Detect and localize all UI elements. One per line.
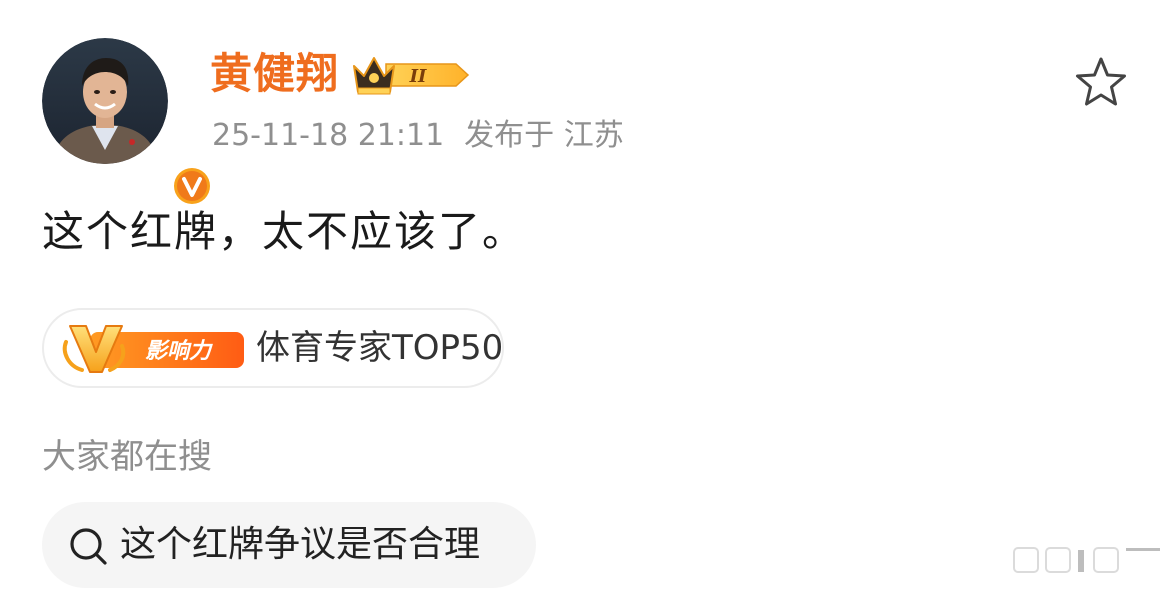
post-text: 这个红牌，太不应该了。 — [42, 207, 527, 256]
influence-logo-icon: 影响力 — [62, 325, 244, 373]
search-suggestion-chip[interactable]: 这个红牌争议是否合理 — [42, 502, 536, 588]
star-outline-icon[interactable] — [1072, 54, 1130, 112]
search-icon — [70, 528, 107, 565]
author-avatar[interactable] — [42, 38, 214, 208]
post-location: 发布于 江苏 — [464, 118, 624, 153]
author-name[interactable]: 黄健翔 — [210, 46, 339, 102]
avatar-image — [42, 38, 168, 164]
search-suggestion-label: 这个红牌争议是否合理 — [120, 524, 481, 565]
influence-tag-button[interactable]: 影响力 体育专家TOP50 — [42, 308, 504, 388]
influence-logo-text: 影响力 — [145, 339, 213, 364]
search-section-title: 大家都在搜 — [42, 437, 212, 477]
post-timestamp: 25-11-18 21:11 — [212, 118, 445, 153]
member-crown-badge[interactable]: II — [352, 52, 470, 98]
watermark-logo — [1013, 547, 1160, 573]
member-level-text: II — [409, 66, 427, 87]
post-meta: 25-11-18 21:11 发布于 江苏 — [212, 114, 624, 158]
influence-tag-label: 体育专家TOP50 — [256, 328, 504, 368]
verified-badge — [170, 164, 214, 208]
